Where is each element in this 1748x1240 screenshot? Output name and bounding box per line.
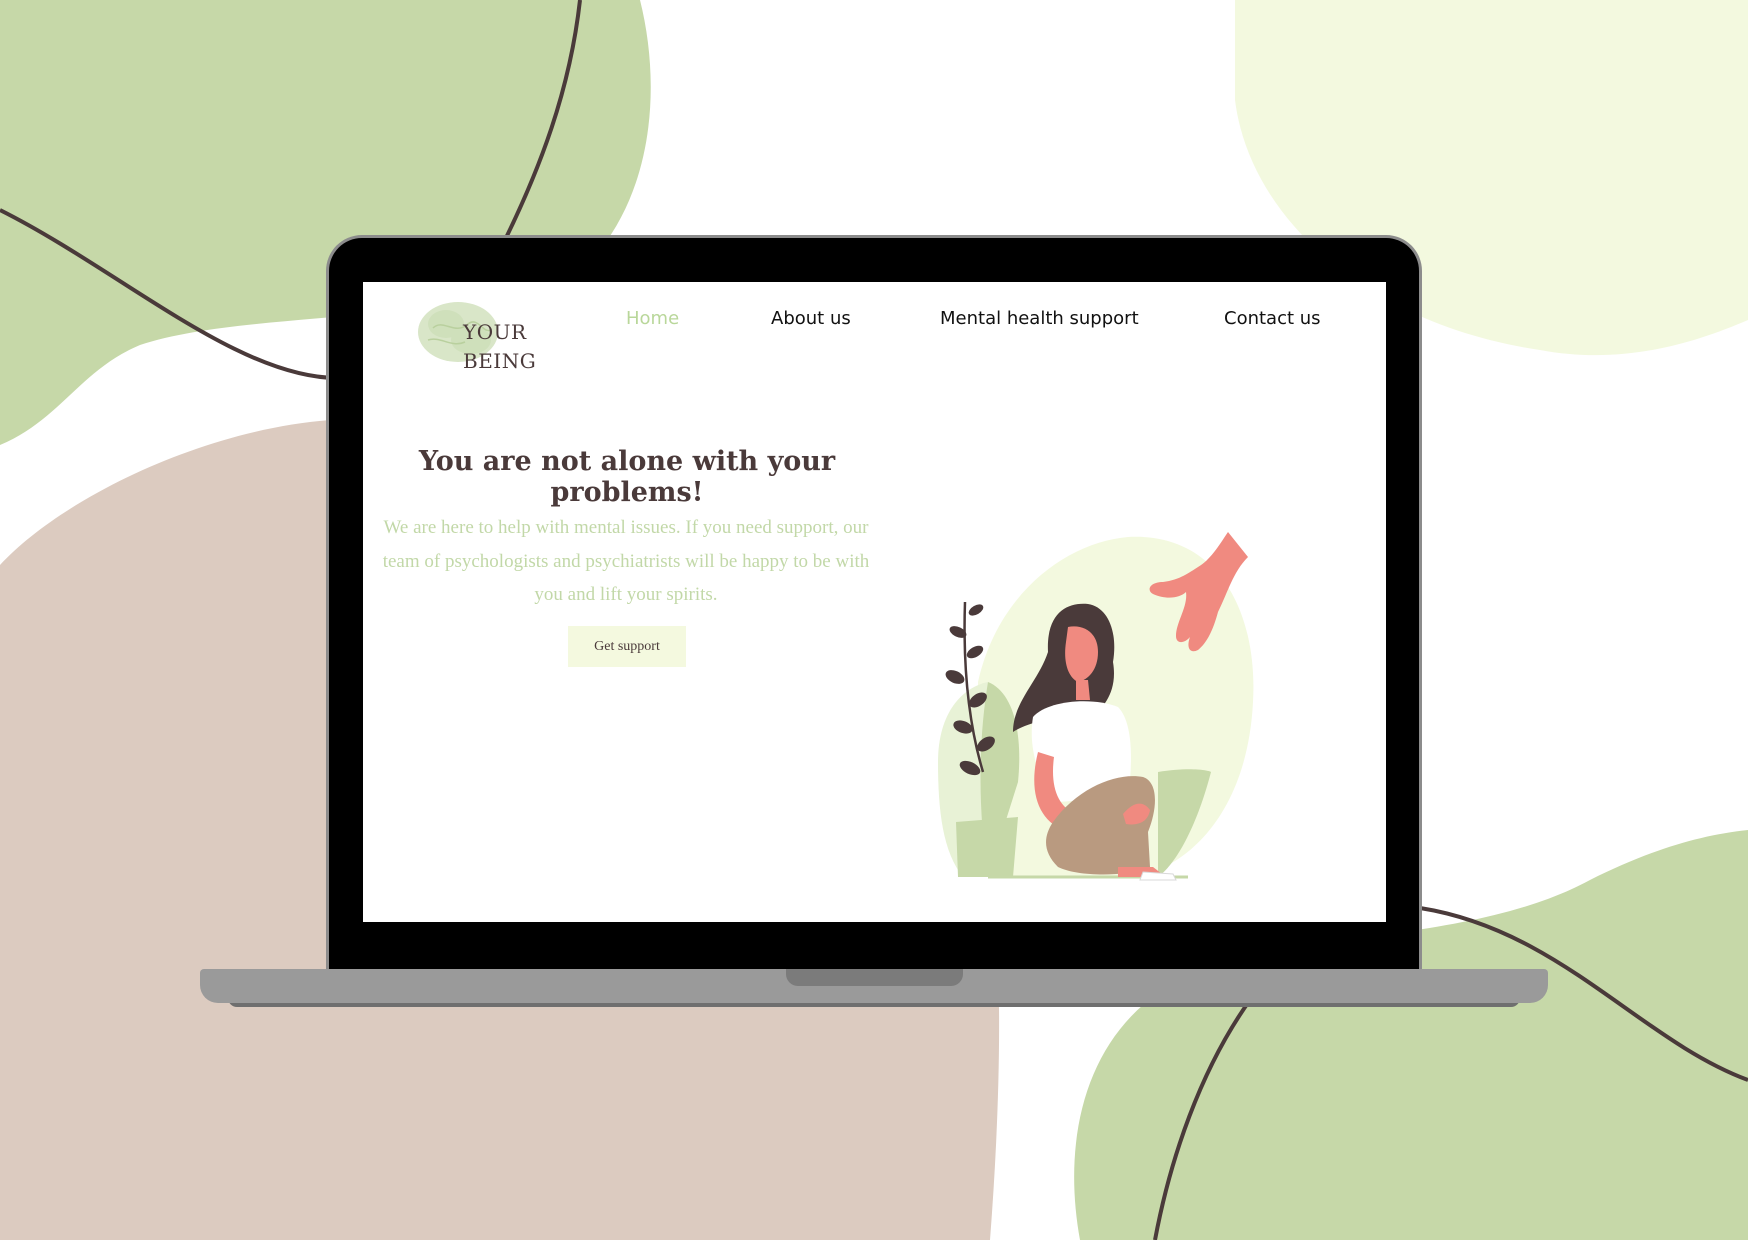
website-screen: YOUR BEING Home About us Mental health s…	[363, 282, 1386, 922]
nav-home[interactable]: Home	[626, 308, 679, 329]
hero-illustration	[938, 532, 1254, 881]
nav-about[interactable]: About us	[771, 308, 851, 329]
nav-contact[interactable]: Contact us	[1224, 308, 1321, 329]
hero-lead: We are here to help with mental issues. …	[382, 517, 870, 605]
nav-mental-health-support[interactable]: Mental health support	[940, 308, 1139, 329]
main-nav: Home About us Mental health support Cont…	[363, 308, 1386, 338]
get-support-button[interactable]: Get support	[568, 626, 686, 667]
hero-title: You are not alone with your problems!	[418, 446, 836, 508]
brand-line-2: BEING	[463, 349, 537, 373]
laptop-notch	[786, 969, 963, 986]
shoe	[1139, 871, 1177, 881]
neck	[1076, 680, 1090, 700]
